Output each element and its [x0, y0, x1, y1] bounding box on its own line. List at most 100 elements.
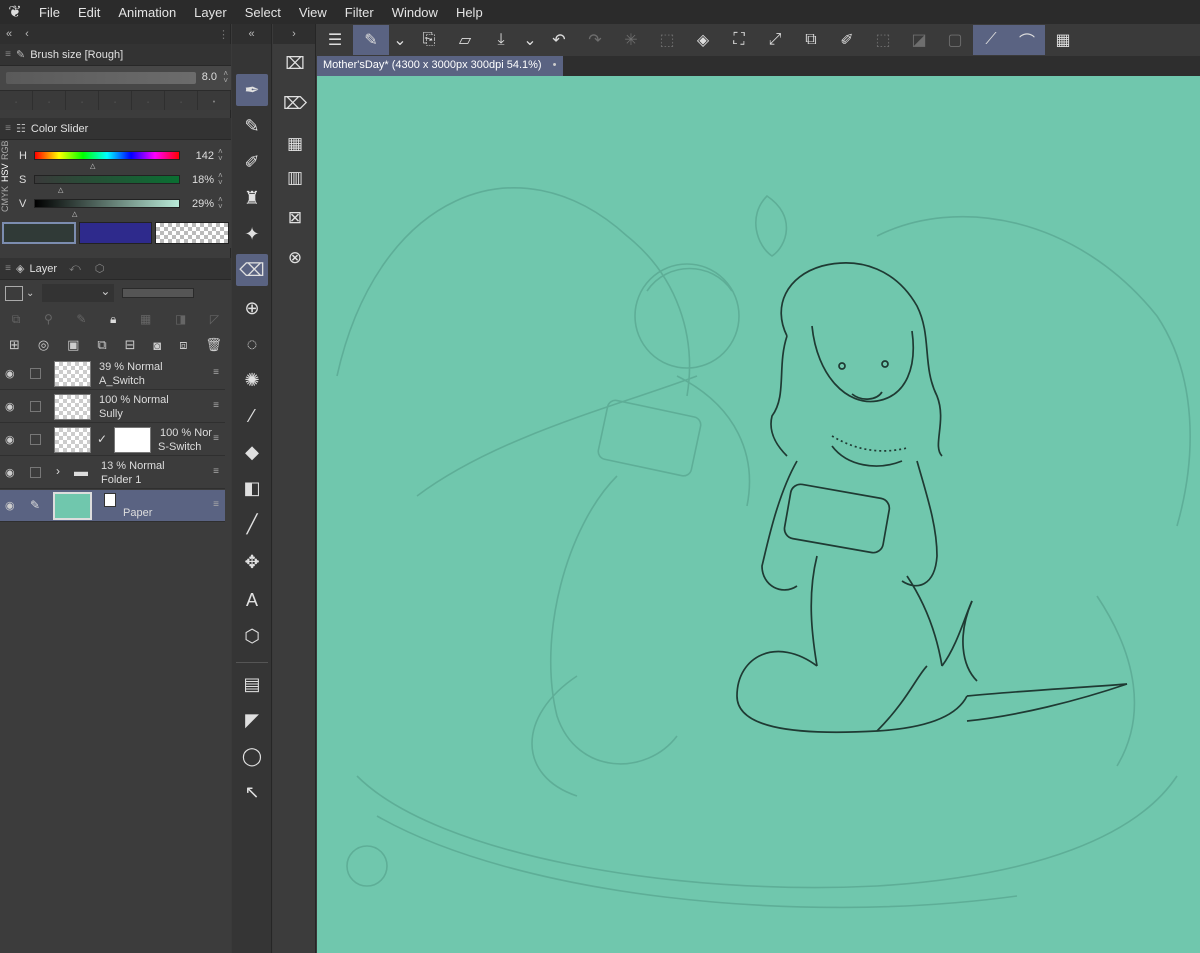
trash-icon[interactable]: 🗑︎ [205, 337, 222, 353]
eye-icon[interactable]: ◉ [5, 499, 15, 512]
layer-menu-icon[interactable]: ≡ [213, 433, 219, 444]
transform-icon[interactable]: ⧉ [793, 25, 829, 55]
blend-tool-icon[interactable]: ⊕ [236, 292, 268, 324]
hue-slider[interactable] [34, 151, 180, 160]
menu-select[interactable]: Select [236, 5, 290, 20]
grid-icon[interactable]: ▦ [279, 128, 311, 160]
drawing-canvas[interactable] [317, 76, 1200, 953]
snap-special-icon[interactable]: ⌒ [1009, 25, 1045, 55]
chevron-down-icon[interactable]: ⌄ [389, 25, 411, 55]
layer-row[interactable]: ◉ › ▬ 13 % Normal Folder 1 ≡ [0, 457, 225, 489]
eye-icon[interactable]: ◉ [5, 433, 15, 446]
eraser-soft-icon[interactable]: ⌦ [279, 88, 311, 120]
value-value[interactable]: 29% [182, 198, 214, 210]
brush-size-presets[interactable]: · · · · · · • [0, 90, 231, 110]
history-tab-icon[interactable]: ⤺ [69, 262, 81, 275]
mode-hsv-tab[interactable]: HSV [0, 164, 16, 183]
crop-icon[interactable]: ⛶ [721, 25, 757, 55]
layer-property-tab-icon[interactable]: ⬡ [95, 262, 105, 275]
menu-animation[interactable]: Animation [109, 5, 185, 20]
chevron-right-icon[interactable]: › [292, 28, 296, 40]
layer-row[interactable]: ◉ ✎ Paper ≡ [0, 490, 225, 522]
redo-icon[interactable]: ↷ [577, 25, 613, 55]
layer-menu-icon[interactable]: ≡ [213, 499, 219, 510]
eyedropper-tool-icon[interactable]: ⁄ [236, 400, 268, 432]
transparent-color-swatch[interactable] [155, 222, 230, 244]
chevron-down-icon[interactable]: ⌄ [519, 25, 541, 55]
layer-menu-icon[interactable]: ≡ [213, 466, 219, 477]
panel-menu-icon[interactable]: ≡ [0, 49, 16, 60]
fill-tool-icon[interactable]: ◆ [236, 436, 268, 468]
menu-view[interactable]: View [290, 5, 336, 20]
eye-icon[interactable]: ◉ [5, 400, 15, 413]
open-folder-icon[interactable]: ▱ [447, 25, 483, 55]
mode-cmyk-tab[interactable]: CMYK [0, 186, 16, 212]
frame-tool-icon[interactable]: ▤ [236, 668, 268, 700]
line-tool-icon[interactable]: ╱ [236, 508, 268, 540]
reference-icon[interactable]: ⚲ [44, 312, 53, 326]
layer-checkbox[interactable] [30, 434, 41, 445]
save-icon[interactable]: ⤓ [483, 25, 519, 55]
magic-wand-tool-icon[interactable]: ✺ [236, 364, 268, 396]
film-icon[interactable]: ▥ [279, 162, 311, 194]
new-raster-layer-icon[interactable]: ⊞ [9, 337, 20, 353]
dock-grip-icon[interactable]: ⋮⋮ [218, 28, 240, 41]
opacity-slider[interactable] [122, 288, 195, 298]
collapse-left-icon[interactable]: « [0, 28, 18, 40]
layer-row[interactable]: ◉ 39 % Normal A_Switch ≡ [0, 358, 225, 390]
app-logo-icon[interactable]: ❦ [0, 2, 30, 22]
chevron-left-icon[interactable]: ‹ [18, 28, 36, 40]
saturation-handle-icon[interactable]: △ [58, 186, 63, 194]
clear-selection-icon[interactable]: ⬚ [865, 25, 901, 55]
layer-menu-icon[interactable]: ≡ [213, 367, 219, 378]
mode-rgb-tab[interactable]: RGB [0, 140, 16, 160]
spin-icon[interactable]: ˄ ˅ [223, 70, 228, 85]
spin-icon[interactable]: ˄ ˅ [218, 148, 223, 163]
pen-tool-icon[interactable]: ✒ [236, 74, 268, 106]
lock-transparency-icon[interactable]: ▦ [140, 312, 151, 326]
fit-window-icon[interactable]: ⤢ [757, 25, 793, 55]
select-all-icon[interactable]: ⬚ [649, 25, 685, 55]
brush-size-slider[interactable]: 8.0 ˄ ˅ [0, 66, 231, 90]
hue-handle-icon[interactable]: △ [90, 162, 95, 170]
document-tab[interactable]: Mother'sDay* (4300 x 3000px 300dpi 54.1%… [317, 56, 563, 76]
airbrush-tool-icon[interactable]: ♜ [236, 182, 268, 214]
vector-eraser-icon[interactable]: ⊠ [279, 202, 311, 234]
saturation-slider[interactable] [34, 175, 180, 184]
apply-mask-icon[interactable]: ⧈ [179, 337, 187, 353]
main-color-swatch[interactable] [2, 222, 76, 244]
menu-edit[interactable]: Edit [69, 5, 109, 20]
move-tool-icon[interactable]: ✥ [236, 546, 268, 578]
panel-menu-icon[interactable]: ≡ [0, 263, 16, 274]
new-folder-icon[interactable]: ▣ [67, 337, 79, 353]
brush-tool-icon[interactable]: ✐ [236, 146, 268, 178]
layer-checkbox[interactable] [30, 368, 41, 379]
undo-icon[interactable]: ↶ [541, 25, 577, 55]
chevron-down-icon[interactable]: ⌄ [26, 288, 34, 299]
menu-filter[interactable]: Filter [336, 5, 383, 20]
edit-pen-icon[interactable]: ✐ [829, 25, 865, 55]
balloon-tool-icon[interactable]: ◯ [236, 740, 268, 772]
loading-icon[interactable]: ✳ [613, 25, 649, 55]
new-vector-layer-icon[interactable]: ◎ [38, 337, 49, 353]
blend-mode-dropdown[interactable]: ⌄ [42, 284, 115, 302]
spin-icon[interactable]: ˄ ˅ [218, 172, 223, 187]
tool-dropdown-icon[interactable]: ✎ [353, 25, 389, 55]
transfer-down-icon[interactable]: ⧉ [97, 337, 106, 353]
layer-checkbox[interactable] [30, 401, 41, 412]
gradient-tool-icon[interactable]: ◧ [236, 472, 268, 504]
pencil-tool-icon[interactable]: ✎ [236, 110, 268, 142]
layer-checkbox[interactable] [30, 467, 41, 478]
eraser-tool-icon[interactable]: ⌫ [236, 254, 268, 286]
snap-eraser-icon[interactable]: ⊗ [279, 242, 311, 274]
eye-icon[interactable]: ◉ [5, 367, 15, 380]
3d-object-tool-icon[interactable]: ⬡ [236, 620, 268, 652]
text-tool-icon[interactable]: A [236, 584, 268, 616]
layer-menu-icon[interactable]: ≡ [213, 400, 219, 411]
invert-icon[interactable]: ◪ [901, 25, 937, 55]
close-dot-icon[interactable]: • [553, 59, 557, 71]
add-mask-icon[interactable]: ◙ [153, 338, 161, 353]
border-icon[interactable]: ▢ [937, 25, 973, 55]
menu-window[interactable]: Window [383, 5, 447, 20]
correct-line-tool-icon[interactable]: ↖ [236, 776, 268, 808]
